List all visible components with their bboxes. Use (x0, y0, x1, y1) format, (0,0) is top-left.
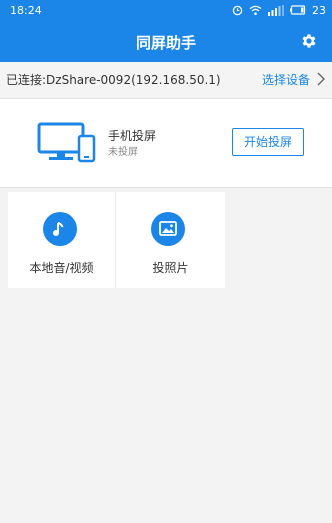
feature-grid: 本地音/视频 投照片 (8, 192, 225, 288)
app-bar: 同屏助手 (0, 22, 332, 62)
cast-status: 未投屏 (108, 147, 138, 158)
status-time: 18:24 (10, 4, 42, 17)
local-media-label: 本地音/视频 (29, 261, 94, 275)
chevron-right-icon[interactable] (316, 72, 326, 86)
battery-level: 23 (312, 3, 326, 17)
wifi-icon (249, 5, 262, 15)
battery-icon (290, 5, 306, 15)
start-cast-button[interactable]: 开始投屏 (232, 128, 304, 156)
cast-photo-tile[interactable]: 投照片 (116, 192, 225, 288)
gear-icon[interactable] (300, 32, 318, 50)
app-screen: 18:24 23 同屏助手 已连接:DzShare-0092(192.168.5… (0, 0, 332, 523)
page-title: 同屏助手 (135, 34, 196, 52)
monitor-phone-icon (37, 122, 96, 163)
choose-device-link[interactable]: 选择设备 (262, 71, 310, 88)
status-icons: 23 (232, 3, 326, 17)
top-bar: 18:24 23 同屏助手 (0, 0, 332, 62)
local-media-tile[interactable]: 本地音/视频 (8, 192, 116, 288)
connection-status: 已连接:DzShare-0092(192.168.50.1) (6, 73, 221, 87)
screen-cast-card: 手机投屏 未投屏 开始投屏 (0, 99, 332, 188)
connection-bar: 已连接:DzShare-0092(192.168.50.1) 选择设备 (0, 62, 332, 99)
status-bar: 18:24 23 (0, 0, 332, 22)
signal-icon (268, 4, 284, 16)
music-note-icon (43, 212, 77, 246)
cast-title: 手机投屏 (108, 129, 157, 143)
alarm-icon (232, 5, 243, 15)
photo-icon (151, 212, 185, 246)
cast-photo-label: 投照片 (152, 261, 189, 275)
